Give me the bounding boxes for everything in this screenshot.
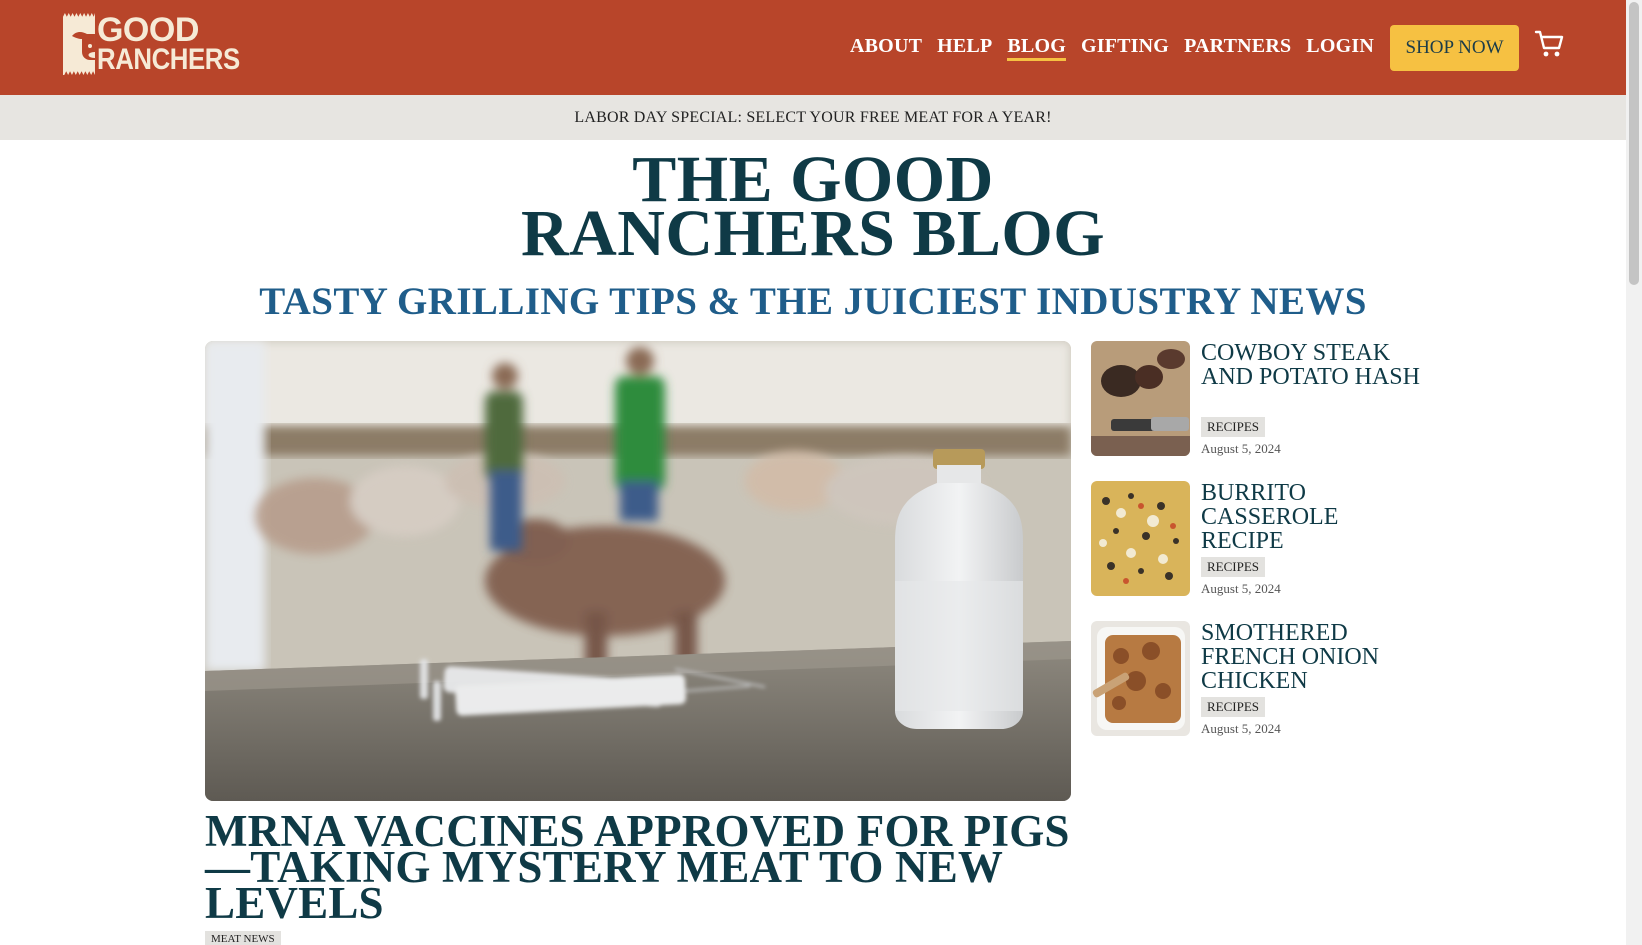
featured-post-image[interactable] [205, 341, 1071, 801]
page-title-line2: RANCHERS BLOG [520, 197, 1106, 270]
page-scrollbar[interactable] [1626, 0, 1642, 945]
post-tag[interactable]: RECIPES [1201, 697, 1266, 717]
cart-icon[interactable] [1534, 28, 1564, 60]
page-subtitle: TASTY GRILLING TIPS & THE JUICIEST INDUS… [259, 280, 1367, 323]
nav-about[interactable]: ABOUT [850, 35, 922, 61]
site-header: GOOD RANCHERS ABOUT HELP BLOG GIFTING PA… [0, 0, 1626, 95]
promo-text[interactable]: LABOR DAY SPECIAL: SELECT YOUR FREE MEAT… [574, 109, 1051, 127]
nav-blog[interactable]: BLOG [1007, 35, 1066, 61]
post-date: August 5, 2024 [1201, 441, 1281, 456]
site-logo[interactable]: GOOD RANCHERS [63, 10, 263, 76]
logo-wordmark-good: GOOD [96, 10, 199, 49]
post-date: August 5, 2024 [1201, 721, 1281, 736]
side-post[interactable]: SMOTHERED FRENCH ONION CHICKEN RECIPES A… [1091, 621, 1421, 737]
post-title[interactable]: COWBOY STEAK AND POTATO HASH [1201, 341, 1421, 389]
side-post[interactable]: COWBOY STEAK AND POTATO HASH RECIPES Aug… [1091, 341, 1421, 457]
logo-wordmark-ranchers: RANCHERS [96, 42, 240, 76]
post-title[interactable]: BURRITO CASSEROLE RECIPE [1201, 481, 1421, 553]
main-nav: ABOUT HELP BLOG GIFTING PARTNERS LOGIN [850, 0, 1389, 95]
nav-partners[interactable]: PARTNERS [1184, 35, 1291, 61]
featured-post-tag[interactable]: MEAT NEWS [205, 931, 281, 945]
nav-gifting[interactable]: GIFTING [1081, 35, 1169, 61]
promo-banner[interactable]: LABOR DAY SPECIAL: SELECT YOUR FREE MEAT… [0, 95, 1626, 140]
post-thumbnail[interactable] [1091, 481, 1190, 596]
post-date: August 5, 2024 [1201, 581, 1281, 596]
post-tag[interactable]: RECIPES [1201, 557, 1266, 577]
page-title: THE GOOD RANCHERS BLOG [0, 147, 1626, 267]
nav-login[interactable]: LOGIN [1306, 35, 1374, 61]
shop-now-button[interactable]: SHOP NOW [1390, 25, 1519, 71]
side-post[interactable]: BURRITO CASSEROLE RECIPE RECIPES August … [1091, 481, 1421, 597]
bull-icon [63, 13, 95, 75]
nav-help[interactable]: HELP [937, 35, 992, 61]
post-title[interactable]: SMOTHERED FRENCH ONION CHICKEN [1201, 621, 1421, 693]
post-thumbnail[interactable] [1091, 341, 1190, 456]
scrollbar-thumb[interactable] [1629, 2, 1639, 285]
post-tag[interactable]: RECIPES [1201, 417, 1266, 437]
post-thumbnail[interactable] [1091, 621, 1190, 736]
featured-post-title[interactable]: MRNA VACCINES APPROVED FOR PIGS—TAKING M… [205, 809, 1071, 926]
